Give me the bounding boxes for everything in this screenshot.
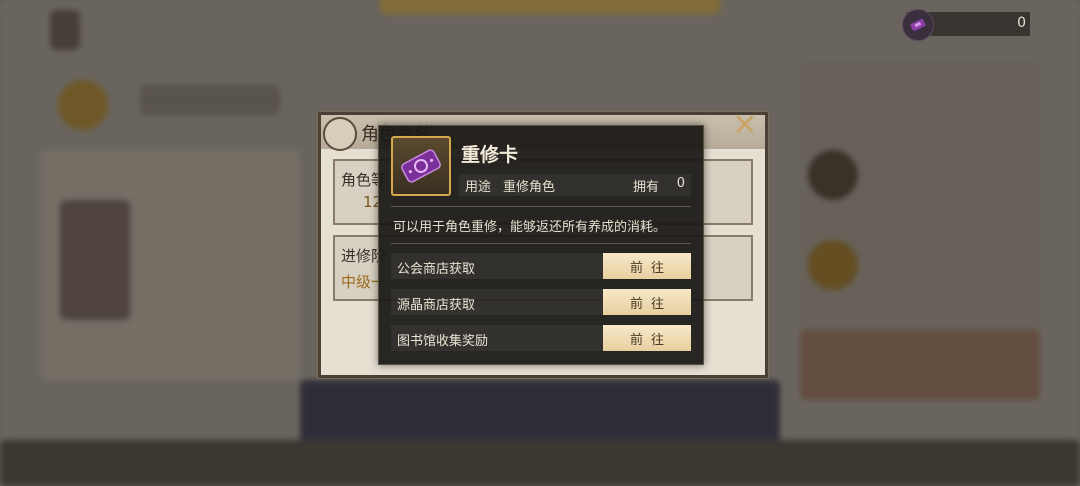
source-row: 公会商店获取 前往 — [391, 253, 691, 279]
goto-button[interactable]: 前往 — [603, 253, 691, 279]
owned-count: 0 — [676, 176, 685, 191]
source-label: 图书馆收集奖励 — [397, 334, 489, 349]
source-label: 源晶商店获取 — [397, 298, 476, 313]
currency-amount: 0 — [1017, 15, 1026, 31]
repair-card-icon — [902, 9, 934, 41]
divider — [391, 206, 691, 207]
source-row: 源晶商店获取 前往 — [391, 289, 691, 315]
usage-label: 用途 — [465, 180, 492, 195]
usage-value: 重修角色 — [503, 180, 556, 195]
item-name: 重修卡 — [461, 144, 519, 166]
goto-button[interactable]: 前往 — [603, 325, 691, 351]
item-icon-frame — [391, 136, 451, 196]
repair-card-icon — [401, 149, 441, 183]
close-icon[interactable]: ✕ — [730, 111, 760, 142]
source-label: 公会商店获取 — [397, 262, 476, 277]
item-description: 可以用于角色重修，能够返还所有养成的消耗。 — [393, 220, 667, 235]
emblem-icon — [323, 117, 357, 151]
usage-band: 用途 重修角色 拥有 0 — [459, 174, 691, 196]
item-tooltip: 重修卡 用途 重修角色 拥有 0 可以用于角色重修，能够返还所有养成的消耗。 公… — [378, 125, 704, 365]
divider — [391, 243, 691, 244]
currency-counter: 0 — [902, 9, 1030, 41]
owned-label: 拥有 — [632, 180, 659, 195]
goto-button[interactable]: 前往 — [603, 289, 691, 315]
source-row: 图书馆收集奖励 前往 — [391, 325, 691, 351]
